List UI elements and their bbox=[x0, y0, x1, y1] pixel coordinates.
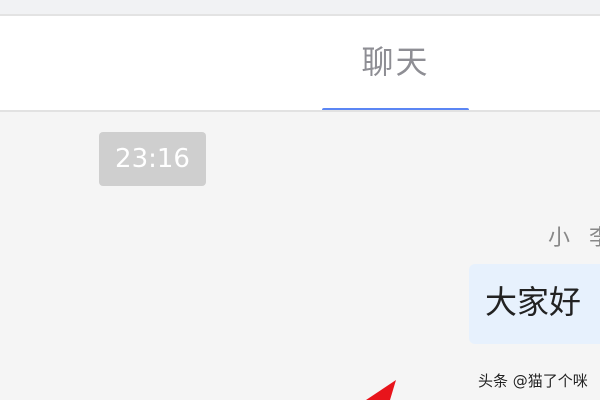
tab-bar bbox=[0, 16, 600, 110]
message-bubble[interactable]: 大家好 bbox=[469, 264, 600, 344]
red-arrow-icon bbox=[366, 380, 396, 400]
tab-chat-label: 聊天 bbox=[361, 43, 430, 81]
watermark: 头条 @猫了个咪 bbox=[478, 372, 588, 390]
tab-chat[interactable]: 聊天 bbox=[322, 16, 469, 112]
top-strip bbox=[0, 0, 600, 14]
message-text: 大家好 bbox=[485, 283, 582, 321]
chat-area[interactable]: 23:16 小 李 大家好 bbox=[0, 112, 600, 400]
sender-name: 小 李 bbox=[548, 226, 600, 251]
timestamp-chip: 23:16 bbox=[99, 132, 206, 186]
